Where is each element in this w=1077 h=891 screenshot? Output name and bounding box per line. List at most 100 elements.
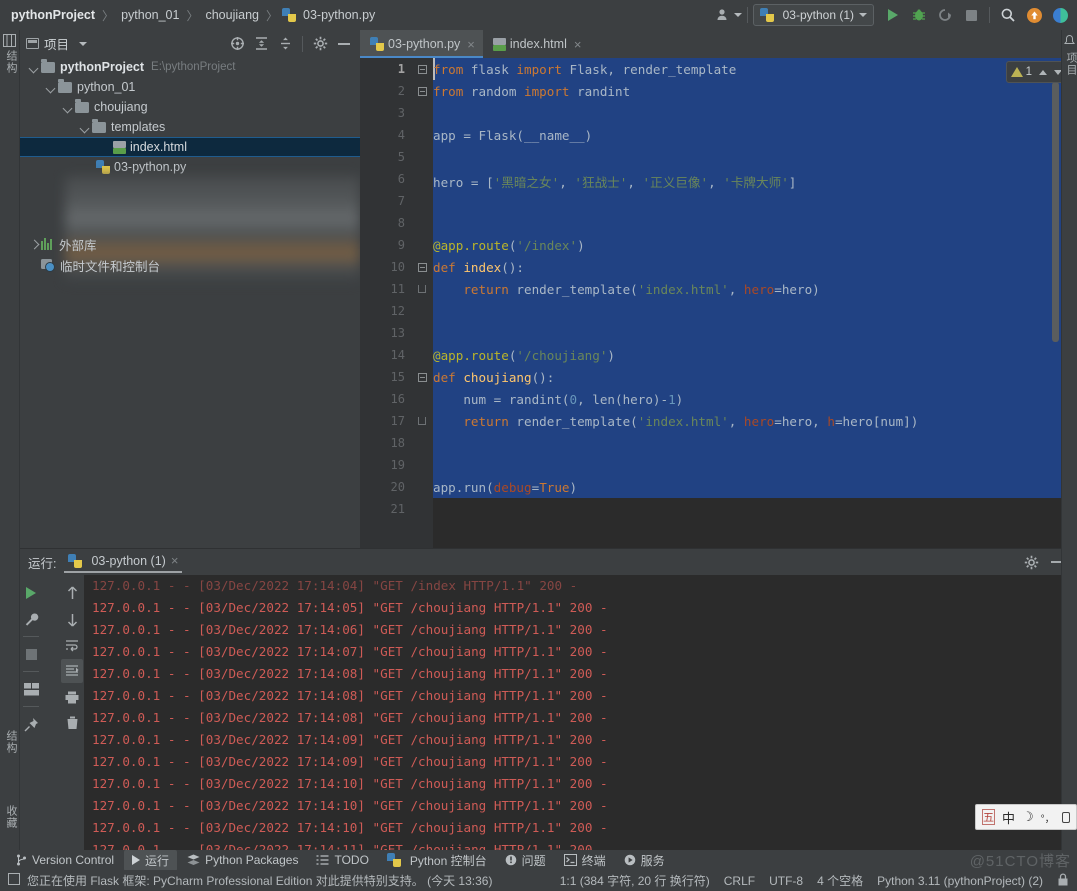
project-tool-window: 项目 pythonProject E:\pythonProject python…	[20, 30, 360, 548]
python-interpreter[interactable]: Python 3.11 (pythonProject) (2)	[877, 874, 1043, 888]
lock-icon[interactable]	[1057, 872, 1069, 889]
close-icon[interactable]: ×	[574, 37, 582, 52]
inspection-widget[interactable]: 1	[1005, 61, 1067, 83]
chevron-right-icon[interactable]	[28, 238, 40, 250]
status-bar-right: 1:1 (384 字符, 20 行 换行符) CRLF UTF-8 4 个空格 …	[560, 872, 1077, 889]
close-icon[interactable]: ×	[467, 37, 475, 52]
left-strip-label-bookmarks[interactable]: 收藏	[3, 805, 19, 829]
stop-icon[interactable]	[958, 3, 984, 27]
project-tool-button[interactable]	[3, 34, 16, 50]
ime-language-toggle[interactable]: 中	[1002, 808, 1015, 827]
console-line: 127.0.0.1 - - [03/Dec/2022 17:14:08] "GE…	[92, 666, 608, 681]
tool-button-version-control[interactable]: Version Control	[8, 851, 122, 869]
scroll-up-icon[interactable]	[61, 581, 83, 605]
run-tab-03-python[interactable]: 03-python (1) ×	[64, 553, 183, 573]
tool-button-todo[interactable]: TODO	[308, 851, 376, 869]
tree-node-pythonProject[interactable]: pythonProject E:\pythonProject	[20, 57, 360, 77]
code-line-20: app.run(debug=True)	[433, 480, 578, 495]
chevron-down-icon[interactable]	[45, 81, 57, 93]
user-account-icon[interactable]	[716, 3, 742, 27]
code-editor[interactable]: 1 2 3 4 5 6 7 8 9 10 11 12 13 14 15 16 1…	[360, 58, 1077, 548]
settings-gear-icon[interactable]	[308, 33, 332, 55]
hide-panel-icon[interactable]	[332, 33, 356, 55]
right-strip-label[interactable]: 项目	[1063, 52, 1077, 76]
left-strip-label-structure[interactable]: 结构	[3, 50, 19, 74]
tool-button-services[interactable]: 服务	[616, 850, 673, 871]
fold-marker[interactable]	[418, 373, 427, 382]
console-output[interactable]: 127.0.0.1 - - [03/Dec/2022 17:14:04] "GE…	[84, 575, 1077, 853]
event-log-icon[interactable]	[8, 873, 20, 888]
ai-assistant-icon[interactable]	[1047, 3, 1073, 27]
breadcrumb-item-choujiang[interactable]: choujiang	[202, 8, 262, 22]
ime-punctuation-toggle[interactable]: °，	[1041, 810, 1055, 825]
stop-icon[interactable]	[20, 642, 42, 666]
prev-problem-icon[interactable]	[1039, 69, 1047, 75]
toolbar-divider	[746, 7, 748, 23]
keyboard-icon[interactable]	[1061, 811, 1070, 823]
expand-all-icon[interactable]	[249, 33, 273, 55]
clear-all-icon[interactable]	[61, 711, 83, 735]
chevron-down-icon[interactable]	[62, 101, 74, 113]
run-with-coverage-icon[interactable]	[932, 3, 958, 27]
fold-marker[interactable]	[418, 87, 427, 96]
scroll-to-end-icon[interactable]	[61, 659, 83, 683]
ime-moon-icon[interactable]: ☽	[1022, 809, 1034, 825]
tool-button-terminal[interactable]: 终端	[556, 850, 614, 871]
tree-node-external-libraries[interactable]: 外部库	[20, 234, 97, 254]
run-panel-console-actions	[60, 575, 84, 853]
fold-marker[interactable]	[418, 65, 427, 74]
indent-setting[interactable]: 4 个空格	[817, 872, 863, 889]
tree-node-scratches[interactable]: 临时文件和控制台	[20, 255, 160, 275]
run-icon[interactable]	[880, 3, 906, 27]
update-icon[interactable]	[1021, 3, 1047, 27]
tool-button-python-console[interactable]: Python 控制台	[379, 850, 495, 871]
tab-index-html[interactable]: index.html ×	[483, 30, 590, 58]
tree-node-03-python-py[interactable]: 03-python.py	[20, 157, 360, 177]
project-tree[interactable]: pythonProject E:\pythonProject python_01…	[20, 57, 360, 548]
pin-icon[interactable]	[20, 712, 42, 736]
fold-marker[interactable]	[418, 263, 427, 272]
layout-icon[interactable]	[20, 677, 42, 701]
line-number: 10	[390, 260, 405, 274]
debug-icon[interactable]	[906, 3, 932, 27]
close-icon[interactable]: ×	[171, 553, 179, 568]
chevron-down-icon[interactable]	[79, 41, 88, 46]
breadcrumb-item-python01[interactable]: python_01	[118, 8, 182, 22]
tool-button-python-packages[interactable]: Python Packages	[179, 851, 306, 869]
notifications-tool-button[interactable]	[1064, 34, 1075, 50]
left-strip-label-structure-bottom[interactable]: 结构	[3, 730, 19, 754]
ime-floating-bar[interactable]: 五 中 ☽ °，	[975, 804, 1077, 830]
chevron-down-icon[interactable]	[79, 121, 91, 133]
soft-wrap-icon[interactable]	[61, 633, 83, 657]
editor-vertical-scrollbar[interactable]	[1052, 82, 1059, 342]
rerun-icon[interactable]	[20, 581, 42, 605]
settings-gear-icon[interactable]	[1019, 551, 1043, 573]
chevron-down-icon[interactable]	[28, 61, 40, 73]
tree-node-python01[interactable]: python_01	[20, 77, 360, 97]
breadcrumb-item-file[interactable]: 03-python.py	[300, 8, 378, 22]
console-line: 127.0.0.1 - - [03/Dec/2022 17:14:06] "GE…	[92, 622, 608, 637]
tool-button-run[interactable]: 运行	[124, 849, 178, 871]
select-opened-file-icon[interactable]	[225, 33, 249, 55]
tab-03-python-py[interactable]: 03-python.py ×	[360, 30, 483, 58]
line-separator[interactable]: CRLF	[724, 874, 755, 888]
fold-end-marker[interactable]	[418, 285, 426, 293]
scroll-down-icon[interactable]	[61, 607, 83, 631]
run-configuration-selector[interactable]: 03-python (1)	[752, 4, 874, 26]
tree-node-index-html[interactable]: index.html	[20, 137, 360, 157]
search-everywhere-icon[interactable]	[995, 3, 1021, 27]
collapse-all-icon[interactable]	[273, 33, 297, 55]
tool-button-problems[interactable]: 问题	[497, 850, 554, 871]
line-number: 6	[397, 172, 405, 186]
tree-node-choujiang[interactable]: choujiang	[20, 97, 360, 117]
tree-node-templates[interactable]: templates	[20, 117, 360, 137]
file-encoding[interactable]: UTF-8	[769, 874, 803, 888]
ime-mode-icon[interactable]: 五	[982, 809, 995, 825]
breadcrumb-item-project[interactable]: pythonProject	[8, 8, 98, 22]
debug-wrench-icon[interactable]	[20, 607, 42, 631]
print-icon[interactable]	[61, 685, 83, 709]
caret-position[interactable]: 1:1 (384 字符, 20 行 换行符)	[560, 872, 710, 889]
fold-end-marker[interactable]	[418, 417, 426, 425]
status-message: 您正在使用 Flask 框架: PyCharm Professional Edi…	[27, 874, 493, 888]
project-panel-title: 项目	[44, 38, 70, 52]
